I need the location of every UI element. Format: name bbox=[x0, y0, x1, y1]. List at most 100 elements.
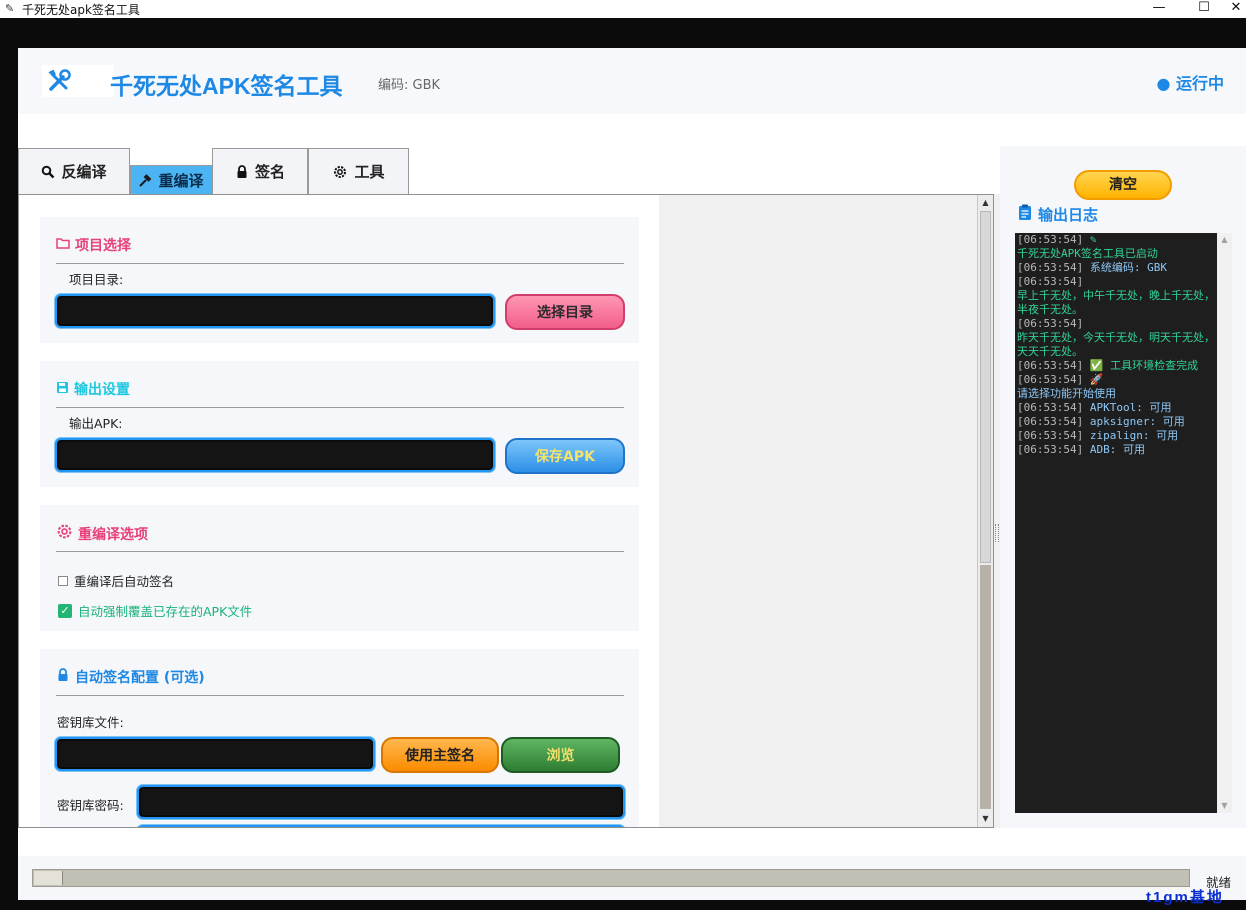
keystore-password-input[interactable] bbox=[137, 785, 625, 819]
magnifier-icon bbox=[41, 165, 55, 179]
log-timestamp: [06:53:54] bbox=[1017, 261, 1084, 274]
output-section: 输出设置 输出APK: 保存APK bbox=[40, 361, 639, 487]
watermark: t1gm基地 bbox=[1146, 889, 1224, 906]
gear-icon bbox=[56, 523, 73, 544]
log-message: ✅ 工具环境检查完成 bbox=[1083, 359, 1199, 372]
checkbox-unchecked-icon bbox=[58, 575, 68, 586]
output-section-title: 输出设置 bbox=[56, 379, 130, 399]
keystore-input[interactable] bbox=[55, 737, 375, 771]
log-output[interactable]: [06:53:54] ✎ 千死无处APK签名工具已启动 [06:53:54] 系统编… bbox=[1015, 233, 1217, 813]
scroll-down-icon[interactable]: ▼ bbox=[978, 811, 993, 827]
os-titlebar: ✎ 千死无处apk签名工具 — ☐ ✕ bbox=[0, 0, 1246, 18]
log-line: [06:53:54] ✎ bbox=[1015, 233, 1217, 247]
output-apk-input[interactable] bbox=[55, 438, 495, 472]
rebuild-options-title: 重编译选项 bbox=[56, 523, 148, 544]
divider bbox=[56, 551, 624, 552]
log-line: 早上千无处，中午千无处，晚上千无处，半夜千无处。 bbox=[1015, 289, 1217, 317]
app-title: 千死无处APK签名工具 bbox=[110, 73, 343, 99]
log-message: 系统编码: GBK bbox=[1083, 261, 1167, 274]
tab-sign-label: 签名 bbox=[254, 163, 285, 181]
force-overwrite-checkbox[interactable]: ✓ 自动强制覆盖已存在的APK文件 bbox=[58, 601, 252, 620]
tab-decompile-label: 反编译 bbox=[61, 163, 107, 181]
lock-icon bbox=[235, 164, 249, 179]
log-scrollbar[interactable]: ▲ ▼ bbox=[1217, 233, 1232, 813]
log-timestamp: [06:53:54] bbox=[1017, 275, 1084, 288]
feather-icon: ✎ bbox=[5, 2, 15, 15]
log-line: [06:53:54] bbox=[1015, 317, 1217, 331]
scroll-up-icon[interactable]: ▲ bbox=[978, 195, 993, 211]
log-timestamp: [06:53:54] bbox=[1017, 359, 1084, 372]
log-line: [06:53:54] APKTool: 可用 bbox=[1015, 401, 1217, 415]
log-timestamp: [06:53:54] bbox=[1017, 415, 1084, 428]
use-master-signature-button[interactable]: 使用主签名 bbox=[381, 737, 499, 773]
rebuild-options-section: 重编译选项 重编译后自动签名 ✓ 自动强制覆盖已存在的APK文件 bbox=[40, 505, 639, 631]
log-message: 🚀 bbox=[1083, 373, 1104, 386]
log-message: 请选择功能开始使用 bbox=[1017, 387, 1116, 400]
tab-rebuild[interactable]: 重编译 bbox=[130, 165, 212, 195]
clear-log-button[interactable]: 清空 bbox=[1074, 170, 1172, 200]
output-apk-label: 输出APK: bbox=[69, 416, 123, 431]
app-window: 千死无处APK签名工具 编码: GBK ● 运行中 反编译 重编译 签名 工具 bbox=[18, 48, 1246, 900]
clipboard-icon bbox=[1018, 204, 1032, 225]
select-directory-button[interactable]: 选择目录 bbox=[505, 294, 625, 330]
log-line: [06:53:54] apksigner: 可用 bbox=[1015, 415, 1217, 429]
progress-fill bbox=[34, 871, 63, 885]
checkbox-checked-icon: ✓ bbox=[58, 603, 72, 618]
log-line: [06:53:54] 🚀 bbox=[1015, 373, 1217, 387]
log-line: [06:53:54] zipalign: 可用 bbox=[1015, 429, 1217, 443]
scroll-up-icon[interactable]: ▲ bbox=[1217, 233, 1232, 247]
tab-rebuild-label: 重编译 bbox=[158, 172, 204, 190]
form-canvas: 项目选择 项目目录: 选择目录 输出设置 输出APK: 保存APK 重编译选项 … bbox=[19, 195, 659, 827]
save-apk-button[interactable]: 保存APK bbox=[505, 438, 625, 474]
running-status: ● 运行中 bbox=[1156, 74, 1224, 93]
lock-icon bbox=[56, 668, 70, 686]
log-panel: 清空 输出日志 [06:53:54] ✎ 千死无处APK签名工具已启动 [06:53… bbox=[1000, 146, 1246, 828]
app-logo bbox=[42, 65, 114, 97]
scroll-down-icon[interactable]: ▼ bbox=[1217, 799, 1232, 813]
tab-tools[interactable]: 工具 bbox=[308, 148, 409, 194]
project-dir-input[interactable] bbox=[55, 294, 495, 328]
app-header: 千死无处APK签名工具 编码: GBK ● 运行中 bbox=[18, 48, 1246, 114]
project-dir-label: 项目目录: bbox=[69, 272, 124, 287]
scrollbar-track[interactable] bbox=[980, 565, 991, 809]
signing-section-title: 自动签名配置 (可选) bbox=[56, 667, 205, 687]
auto-sign-checkbox[interactable]: 重编译后自动签名 bbox=[58, 571, 174, 590]
log-message: zipalign: 可用 bbox=[1083, 429, 1179, 442]
log-line: [06:53:54] ADB: 可用 bbox=[1015, 443, 1217, 457]
divider bbox=[56, 695, 624, 696]
log-message: 昨天千无处，今天千无处，明天千无处，天天千无处。 bbox=[1017, 331, 1215, 358]
project-section: 项目选择 项目目录: 选择目录 bbox=[40, 217, 639, 343]
log-line: 请选择功能开始使用 bbox=[1015, 387, 1217, 401]
tab-decompile[interactable]: 反编译 bbox=[18, 148, 130, 194]
maximize-button[interactable]: ☐ bbox=[1184, 0, 1224, 18]
log-timestamp: [06:53:54] bbox=[1017, 373, 1084, 386]
log-line: [06:53:54] bbox=[1015, 275, 1217, 289]
rebuild-panel: 项目选择 项目目录: 选择目录 输出设置 输出APK: 保存APK 重编译选项 … bbox=[18, 194, 994, 828]
splitter-grip[interactable] bbox=[995, 524, 999, 542]
log-line: 千死无处APK签名工具已启动 bbox=[1015, 247, 1217, 261]
browse-keystore-button[interactable]: 浏览 bbox=[501, 737, 620, 773]
key-alias-input[interactable] bbox=[137, 825, 625, 827]
log-message: ✎ bbox=[1083, 233, 1097, 246]
signing-section: 自动签名配置 (可选) 密钥库文件: 使用主签名 浏览 密钥库密码: bbox=[40, 649, 639, 827]
tab-sign[interactable]: 签名 bbox=[212, 148, 308, 194]
gear-icon bbox=[332, 164, 348, 180]
folder-icon bbox=[56, 237, 70, 253]
log-timestamp: [06:53:54] bbox=[1017, 429, 1084, 442]
log-line: 昨天千无处，今天千无处，明天千无处，天天千无处。 bbox=[1015, 331, 1217, 359]
log-timestamp: [06:53:54] bbox=[1017, 317, 1084, 330]
content-scrollbar[interactable]: ▲ ▼ bbox=[977, 195, 993, 827]
divider bbox=[56, 407, 624, 408]
encoding-label: 编码: GBK bbox=[378, 78, 441, 93]
tools-icon bbox=[48, 69, 71, 91]
progress-bar bbox=[32, 869, 1190, 887]
log-line: [06:53:54] 系统编码: GBK bbox=[1015, 261, 1217, 275]
log-message: apksigner: 可用 bbox=[1083, 415, 1185, 428]
keystore-password-label: 密钥库密码: bbox=[57, 798, 124, 813]
log-timestamp: [06:53:54] bbox=[1017, 443, 1084, 456]
minimize-button[interactable]: — bbox=[1139, 0, 1179, 18]
close-button[interactable]: ✕ bbox=[1226, 0, 1246, 18]
scrollbar-thumb[interactable] bbox=[980, 211, 991, 563]
window-title: 千死无处apk签名工具 bbox=[22, 2, 140, 17]
log-message: 早上千无处，中午千无处，晚上千无处，半夜千无处。 bbox=[1017, 289, 1215, 316]
